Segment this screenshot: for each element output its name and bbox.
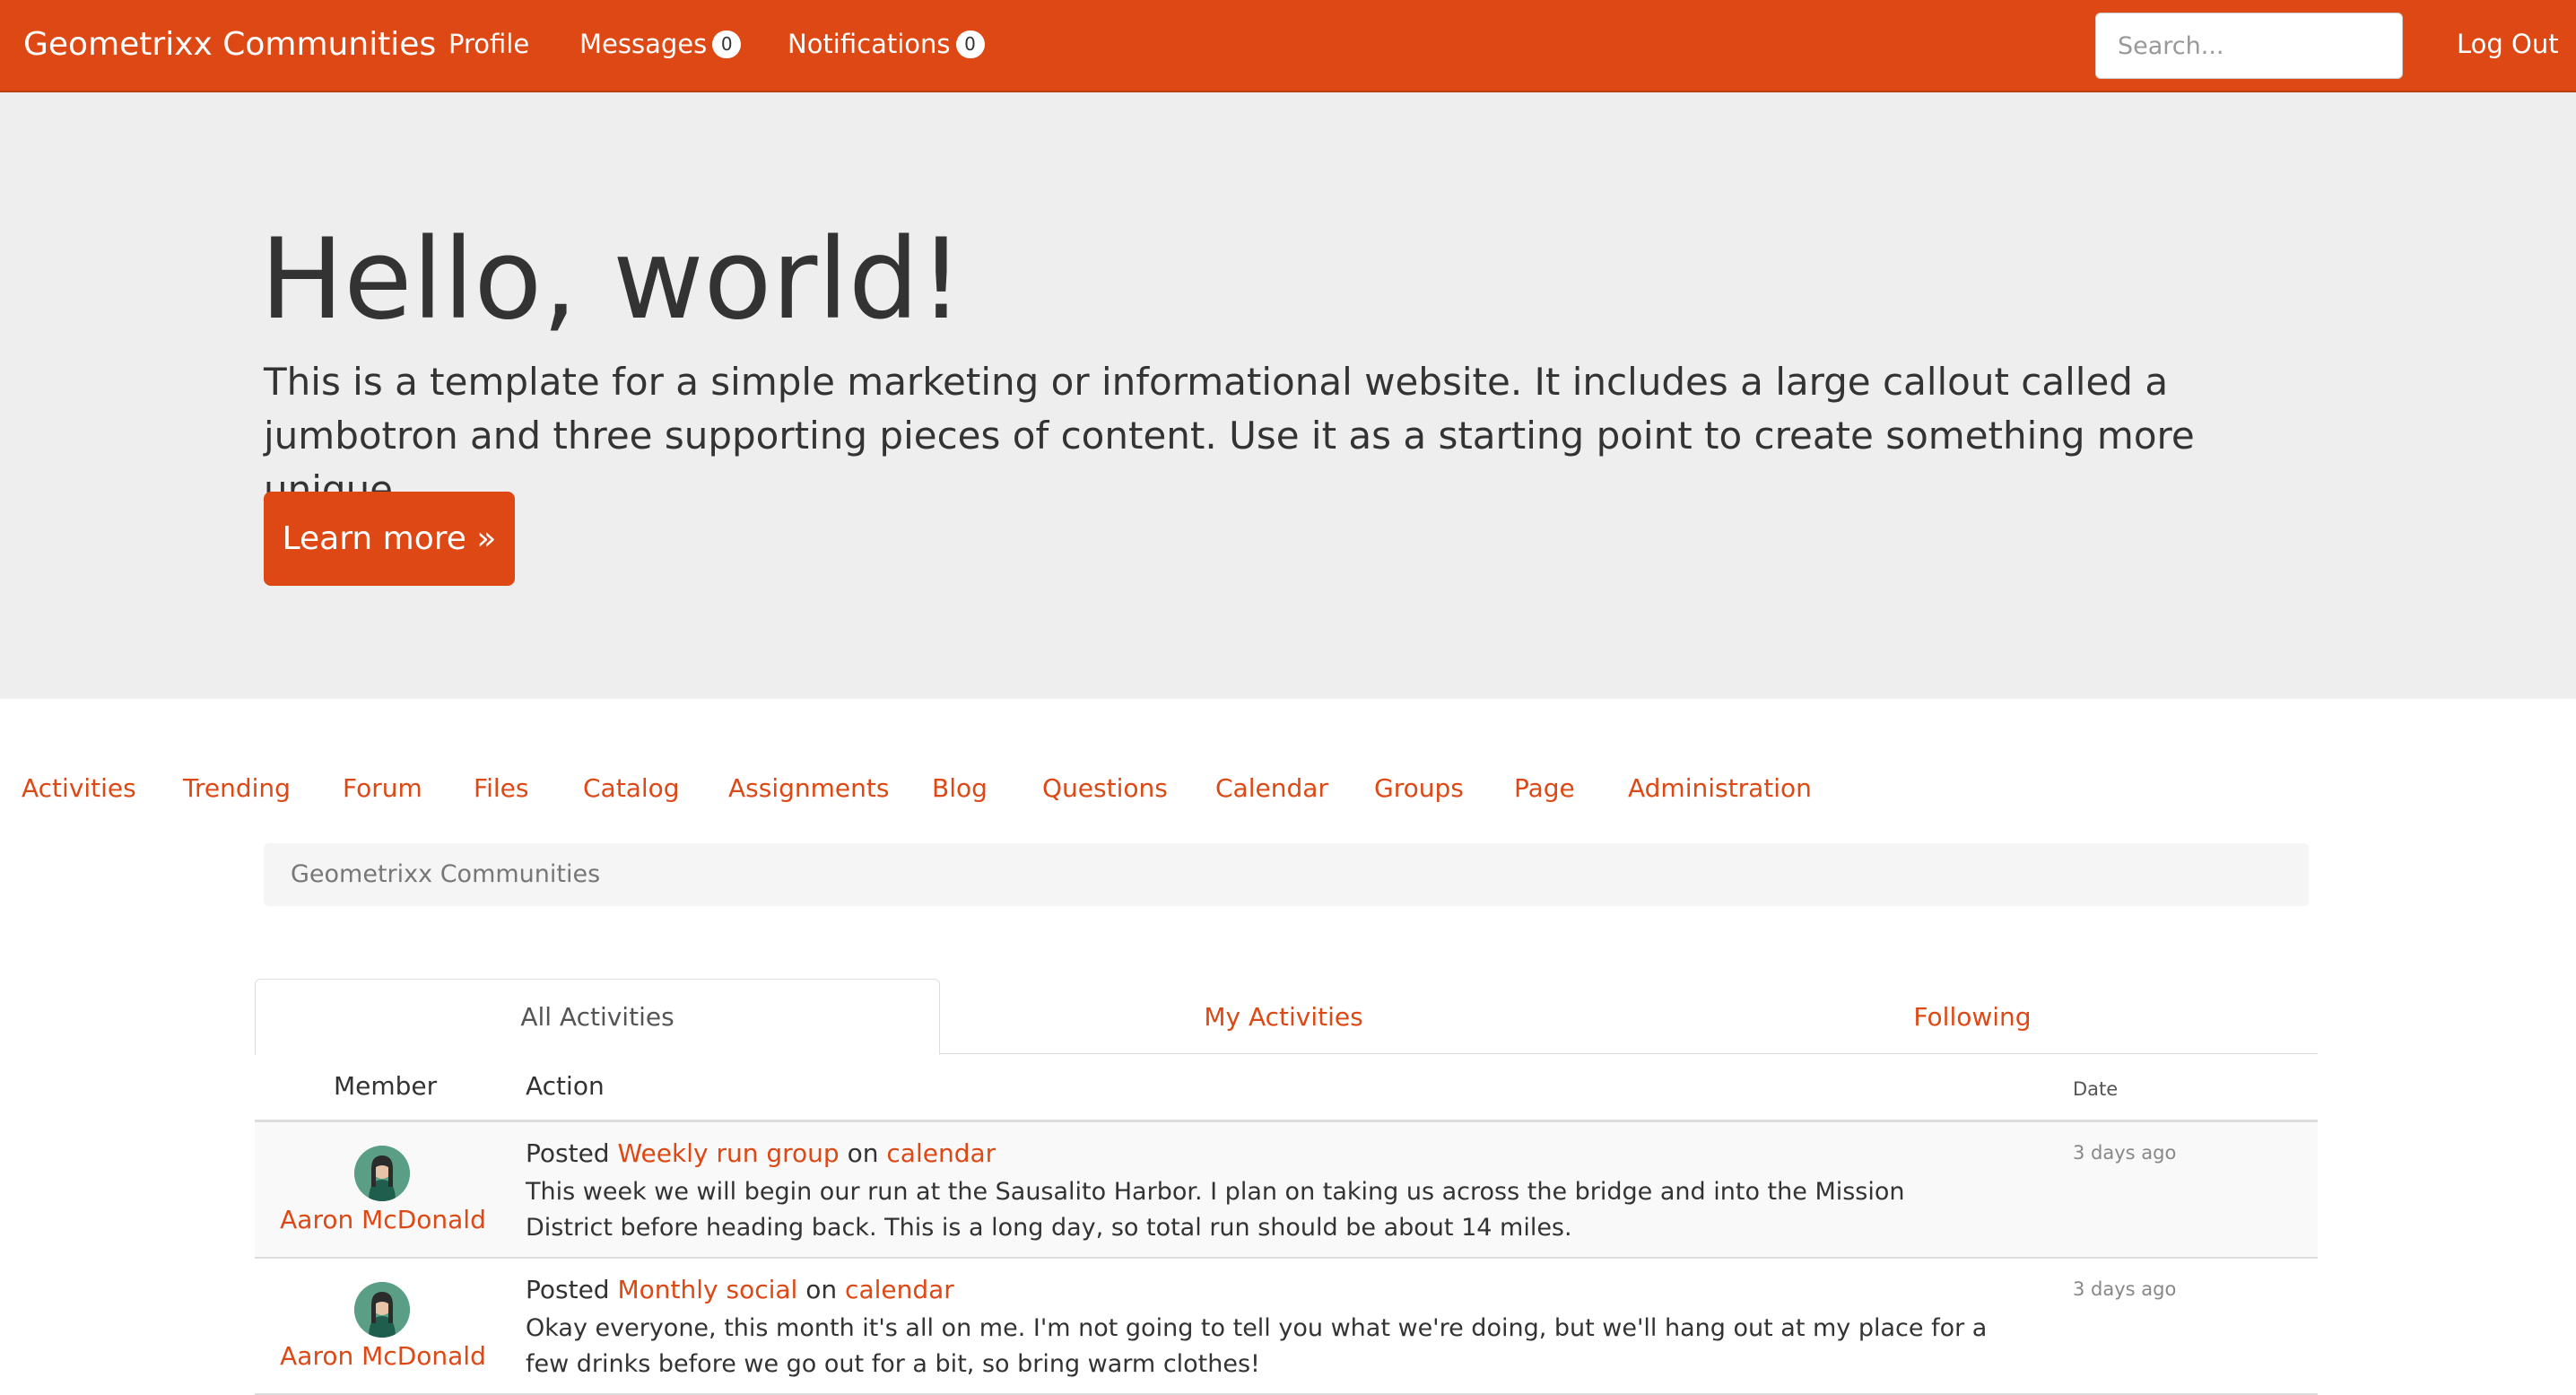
jumbotron-title: Hello, world! — [260, 215, 964, 344]
avatar[interactable] — [354, 1146, 410, 1201]
table-row: Aaron McDonald Posted Weekly run group o… — [255, 1122, 2318, 1259]
action-verb: Posted — [526, 1275, 610, 1304]
action-body: This week we will begin our run at the S… — [526, 1178, 1905, 1242]
nav-administration[interactable]: Administration — [1628, 773, 1812, 803]
nav-page[interactable]: Page — [1514, 773, 1575, 803]
nav-activities[interactable]: Activities — [22, 773, 136, 803]
breadcrumb: Geometrixx Communities — [264, 843, 2309, 906]
brand-link[interactable]: Geometrixx Communities — [23, 26, 436, 63]
action-preposition: on — [847, 1138, 879, 1168]
nav-trending[interactable]: Trending — [183, 773, 291, 803]
tab-all-activities[interactable]: All Activities — [255, 979, 940, 1055]
avatar[interactable] — [354, 1282, 410, 1338]
activity-date: 3 days ago — [2073, 1278, 2177, 1300]
activity-tabs: All Activities My Activities Following — [255, 979, 2318, 1055]
member-link[interactable]: Aaron McDonald — [255, 1341, 511, 1371]
nav-profile-link[interactable]: Profile — [448, 29, 529, 59]
action-verb: Posted — [526, 1138, 610, 1168]
logout-link[interactable]: Log Out — [2457, 29, 2559, 59]
nav-notifications-link[interactable]: Notifications 0 — [788, 29, 985, 59]
nav-forum[interactable]: Forum — [343, 773, 422, 803]
user-avatar-icon — [354, 1146, 410, 1201]
action-preposition: on — [805, 1275, 838, 1304]
member-link[interactable]: Aaron McDonald — [255, 1205, 511, 1234]
nav-blog[interactable]: Blog — [932, 773, 988, 803]
target-link[interactable]: calendar — [886, 1138, 996, 1168]
messages-count-badge: 0 — [712, 31, 742, 58]
activity-date: 3 days ago — [2073, 1142, 2177, 1164]
item-link[interactable]: Monthly social — [618, 1275, 798, 1304]
table-row: Aaron McDonald Posted Monthly social on … — [255, 1259, 2318, 1395]
item-link[interactable]: Weekly run group — [618, 1138, 840, 1168]
header-action: Action — [526, 1071, 605, 1101]
nav-questions[interactable]: Questions — [1042, 773, 1168, 803]
nav-messages-label: Messages — [579, 29, 708, 59]
header-date: Date — [2073, 1078, 2119, 1100]
jumbotron-text: This is a template for a simple marketin… — [264, 360, 2195, 511]
jumbotron: Hello, world! This is a template for a s… — [0, 92, 2576, 699]
nav-catalog[interactable]: Catalog — [583, 773, 680, 803]
target-link[interactable]: calendar — [845, 1275, 954, 1304]
nav-messages-link[interactable]: Messages 0 — [579, 29, 742, 59]
search-input[interactable] — [2095, 13, 2403, 79]
user-avatar-icon — [354, 1282, 410, 1338]
nav-notifications-label: Notifications — [788, 29, 951, 59]
action-summary: Posted Monthly social on calendar — [526, 1275, 954, 1304]
top-navbar: Geometrixx Communities Profile Messages 0… — [0, 0, 2576, 92]
header-member: Member — [334, 1071, 438, 1101]
tab-my-activities[interactable]: My Activities — [940, 979, 1627, 1054]
tab-following[interactable]: Following — [1627, 979, 2318, 1054]
nav-groups[interactable]: Groups — [1374, 773, 1464, 803]
nav-assignments[interactable]: Assignments — [728, 773, 889, 803]
action-body: Okay everyone, this month it's all on me… — [526, 1314, 1988, 1378]
nav-files[interactable]: Files — [474, 773, 528, 803]
notifications-count-badge: 0 — [955, 31, 985, 58]
nav-calendar[interactable]: Calendar — [1215, 773, 1328, 803]
action-summary: Posted Weekly run group on calendar — [526, 1138, 996, 1168]
learn-more-button[interactable]: Learn more » — [264, 492, 515, 586]
